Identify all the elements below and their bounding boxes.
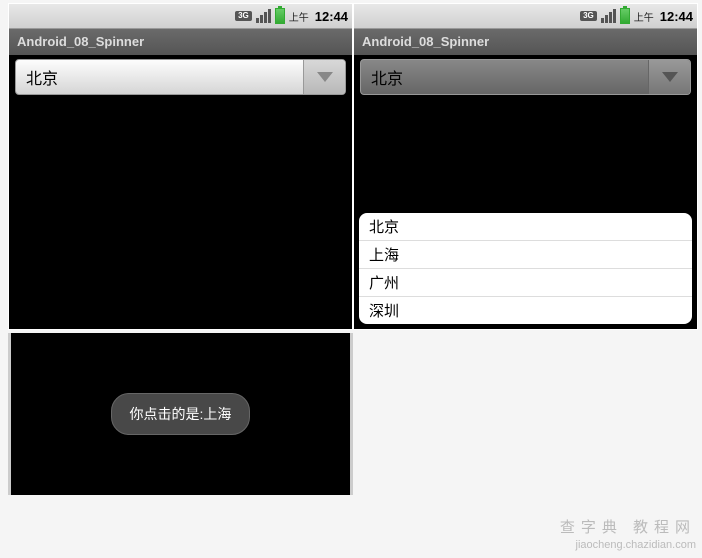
spinner[interactable]: 北京 [15,59,346,95]
spinner-dropdown-button[interactable] [303,60,345,94]
watermark: 查字典 教程网 jiaocheng.chazidian.com [560,518,696,552]
phone-screen-open: 3G 上午 12:44 Android_08_Spinner 北京 北京 上海 … [353,3,698,330]
phone-screen-toast: 你点击的是:上海 [8,333,353,495]
spinner-dropdown-list: 北京 上海 广州 深圳 [359,213,692,324]
time-clock: 12:44 [660,9,693,24]
time-clock: 12:44 [315,9,348,24]
dropdown-option[interactable]: 北京 [359,213,692,241]
chevron-down-icon [317,72,333,82]
network-3g-icon: 3G [580,11,597,21]
time-ampm: 上午 [634,9,654,24]
chevron-down-icon [662,72,678,82]
toast-message: 你点击的是:上海 [111,393,251,435]
app-title-bar: Android_08_Spinner [9,29,352,55]
phone-screen-closed: 3G 上午 12:44 Android_08_Spinner 北京 [8,3,353,330]
dropdown-option[interactable]: 广州 [359,269,692,297]
spinner-dropdown-button[interactable] [648,60,690,94]
app-title: Android_08_Spinner [362,34,489,49]
battery-icon [620,8,630,24]
dropdown-option[interactable]: 上海 [359,241,692,269]
watermark-url: jiaocheng.chazidian.com [560,538,696,552]
signal-bars-icon [601,9,616,23]
signal-bars-icon [256,9,271,23]
battery-icon [275,8,285,24]
watermark-chinese: 查字典 教程网 [560,518,696,538]
spinner-selected-label: 北京 [16,65,303,89]
spinner-pressed[interactable]: 北京 [360,59,691,95]
status-bar: 3G 上午 12:44 [354,4,697,29]
status-bar: 3G 上午 12:44 [9,4,352,29]
app-title-bar: Android_08_Spinner [354,29,697,55]
toast-text: 你点击的是:上海 [130,406,232,422]
dropdown-option[interactable]: 深圳 [359,297,692,324]
network-3g-icon: 3G [235,11,252,21]
app-title: Android_08_Spinner [17,34,144,49]
spinner-selected-label: 北京 [361,65,648,89]
time-ampm: 上午 [289,9,309,24]
